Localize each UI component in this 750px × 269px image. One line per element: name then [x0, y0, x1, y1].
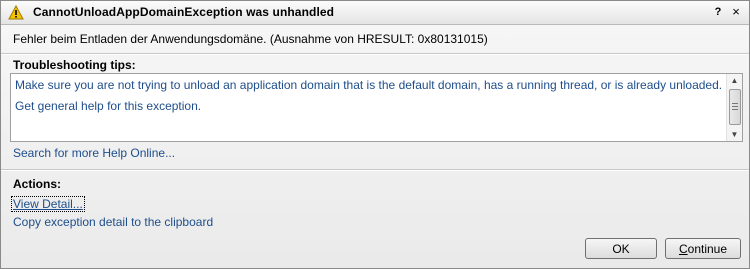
close-button[interactable]: ×	[729, 4, 743, 20]
warning-icon	[8, 4, 24, 20]
troubleshooting-tips-box: Make sure you are not trying to unload a…	[10, 73, 743, 142]
continue-label: ontinue	[687, 242, 728, 256]
view-detail-link[interactable]: View Detail...	[11, 196, 85, 212]
continue-mnemonic: C	[678, 242, 688, 256]
actions-heading: Actions:	[13, 177, 61, 191]
grip-line	[732, 109, 738, 110]
grip-line	[732, 106, 738, 107]
general-help-link[interactable]: Get general help for this exception.	[15, 99, 201, 113]
grip-line	[732, 103, 738, 104]
divider-highlight	[1, 170, 749, 171]
copy-exception-detail-link[interactable]: Copy exception detail to the clipboard	[13, 215, 213, 229]
help-button[interactable]: ?	[711, 4, 725, 20]
continue-button[interactable]: Continue	[665, 238, 741, 259]
tip-link[interactable]: Make sure you are not trying to unload a…	[15, 78, 722, 92]
search-help-online-link[interactable]: Search for more Help Online...	[13, 146, 175, 160]
scroll-up-arrow-icon[interactable]: ▲	[727, 74, 742, 87]
ok-button[interactable]: OK	[585, 238, 657, 259]
dialog-title: CannotUnloadAppDomainException was unhan…	[33, 5, 335, 19]
title-bar: CannotUnloadAppDomainException was unhan…	[1, 1, 749, 25]
scroll-down-arrow-icon[interactable]: ▼	[727, 128, 742, 141]
divider-highlight	[1, 54, 749, 55]
troubleshooting-heading: Troubleshooting tips:	[13, 58, 136, 72]
vertical-scrollbar[interactable]: ▲ ▼	[726, 74, 742, 141]
scrollbar-thumb[interactable]	[729, 89, 741, 125]
exception-message: Fehler beim Entladen der Anwendungsdomän…	[13, 32, 488, 46]
exception-dialog: CannotUnloadAppDomainException was unhan…	[0, 0, 750, 269]
